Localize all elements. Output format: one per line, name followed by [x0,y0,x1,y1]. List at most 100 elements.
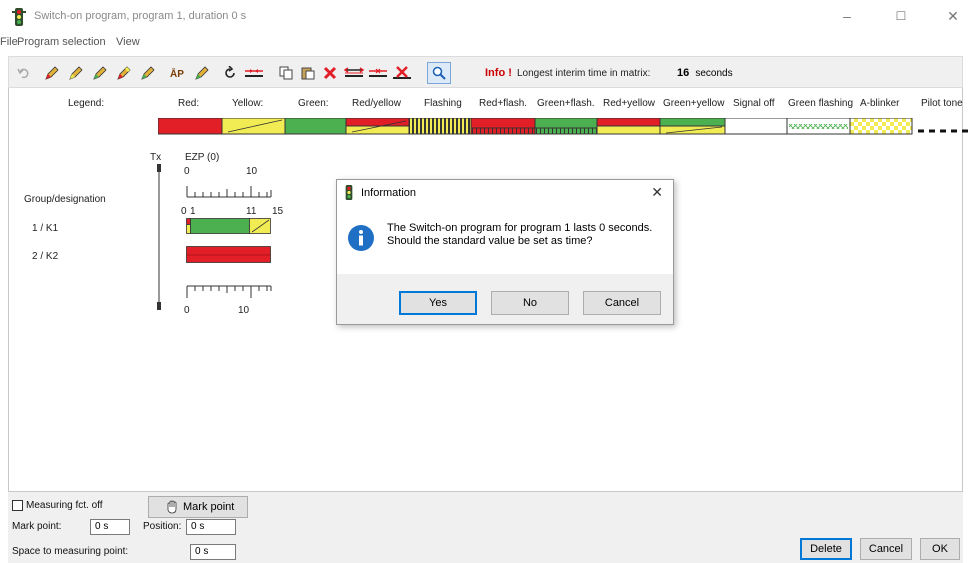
close-button[interactable]: ✕ [938,6,968,26]
copy-icon[interactable] [277,62,295,84]
mark-point-label: Mark point: [12,521,62,532]
mark-point-button[interactable]: Mark point [148,496,248,518]
clear-time-icon[interactable] [391,62,413,84]
legend-swatch-greenflashing [786,118,851,135]
window-title: Switch-on program, program 1, duration 0… [34,10,247,22]
delete-button[interactable]: Delete [800,538,852,560]
dialog-title-bar: Information ✕ [337,180,673,206]
k1-tick-0: 0 [181,206,187,217]
space-field[interactable]: 0 s [190,544,236,560]
position-field[interactable]: 0 s [186,519,236,535]
delete-icon[interactable] [321,62,339,84]
legend-label-yellow: Yellow: [232,98,264,109]
info-unit: seconds [695,68,733,79]
refresh-icon[interactable] [221,62,239,84]
group-bar-k2[interactable] [186,246,272,264]
cancel-bottom-button[interactable]: Cancel [860,538,912,560]
space-label: Space to measuring point: [12,546,129,557]
dialog-title: Information [361,187,417,199]
bottom-tick-10: 10 [238,305,250,316]
group-name-k2[interactable]: 2 / K2 [32,251,58,262]
time-axis[interactable] [150,160,290,320]
group-edit-icon[interactable]: ĀP [169,62,191,84]
zoom-icon[interactable] [427,62,451,84]
group-name-k1[interactable]: 1 / K1 [32,223,58,234]
information-dialog: Information ✕ The Switch-on program for … [336,179,674,325]
undo-icon[interactable] [15,62,33,84]
group-bar-k1[interactable] [186,218,272,234]
measuring-checkbox[interactable] [12,500,23,511]
legend-swatch-yellow [221,118,286,135]
menu-program-selection[interactable]: Program selection [17,36,106,48]
title-bar: Switch-on program, program 1, duration 0… [0,0,971,34]
legend-swatch-redyellow [345,118,410,135]
svg-text:ĀP: ĀP [170,68,184,80]
pen-green-2-icon[interactable] [193,62,211,84]
menu-bar: File Program selection View [0,34,971,52]
paste-icon[interactable] [299,62,317,84]
pen-flash-icon[interactable] [139,62,157,84]
shift-time-icon[interactable] [367,62,389,84]
info-label: Info ! [485,67,512,79]
bottom-tick-0: 0 [184,305,190,316]
legend-swatch-strip [158,118,970,135]
top-tick-10: 10 [246,166,258,177]
pen-green-icon[interactable] [91,62,109,84]
mark-point-button-label: Mark point [183,501,235,513]
top-tick-0: 0 [184,166,190,177]
yes-button[interactable]: Yes [399,291,477,315]
traffic-light-icon [12,8,26,26]
info-value: 16 seconds [677,67,733,79]
group-header: Group/designation [24,194,106,205]
dialog-body: The Switch-on program for program 1 last… [337,206,673,274]
stretch-time-icon[interactable] [343,62,365,84]
menu-file[interactable]: File [0,36,18,48]
hand-icon [167,500,177,514]
dialog-message: The Switch-on program for program 1 last… [387,222,667,248]
legend-label-greenflashing: Green flashing [788,98,854,109]
toolbar: ĀP Info ! Longest interim time in matrix… [8,56,963,88]
no-button[interactable]: No [491,291,569,315]
maximize-button[interactable]: ☐ [886,6,916,26]
ok-button[interactable]: OK [920,538,960,560]
legend-label-green: Green: [298,98,329,109]
traffic-light-icon [345,185,353,200]
legend-swatch-green [284,118,347,135]
legend-swatch-greenflash [534,118,598,135]
pen-red-icon[interactable] [43,62,61,84]
k1-tick-15: 15 [272,206,284,217]
legend-swatch-ablinker [849,118,913,135]
k1-tick-11: 11 [246,206,257,217]
info-text: Longest interim time in matrix: [517,68,651,79]
dialog-close-button[interactable]: ✕ [651,184,663,201]
dialog-message-line2: Should the standard value be set as time… [387,235,593,247]
legend-label-pilottone: Pilot tone [921,98,963,109]
menu-view[interactable]: View [116,36,140,48]
dialog-message-line1: The Switch-on program for program 1 last… [387,222,653,234]
legend-label-flashing: Flashing [424,98,462,109]
info-number: 16 [677,67,690,79]
legend-label-ablinker: A-blinker [860,98,900,109]
legend-swatch-signaloff [724,118,788,135]
mark-point-field[interactable]: 0 s [90,519,130,535]
measuring-label: Measuring fct. off [26,500,103,511]
pen-redyellow-icon[interactable] [115,62,133,84]
minimize-button[interactable]: – [832,6,862,26]
bottom-panel: Measuring fct. off Mark point Mark point… [8,492,963,563]
legend-swatch-redflash [470,118,536,135]
cancel-button[interactable]: Cancel [583,291,661,315]
k1-tick-1: 1 [190,206,196,217]
legend-label-greenflash: Green+flash. [537,98,595,109]
pen-yellow-icon[interactable] [67,62,85,84]
insert-time-icon[interactable] [243,62,265,84]
legend-swatch-flashing [408,118,472,135]
legend-label-redplusyellow: Red+yellow [603,98,655,109]
info-icon [348,225,374,251]
legend-label-redflash: Red+flash. [479,98,528,109]
position-label: Position: [143,521,182,532]
legend-label-red: Red: [178,98,200,109]
legend-label-greenyellow: Green+yellow [663,98,725,109]
legend-swatch-redplusyellow [596,118,661,135]
legend-label-redyellow: Red/yellow [352,98,401,109]
legend-title: Legend: [68,98,105,109]
